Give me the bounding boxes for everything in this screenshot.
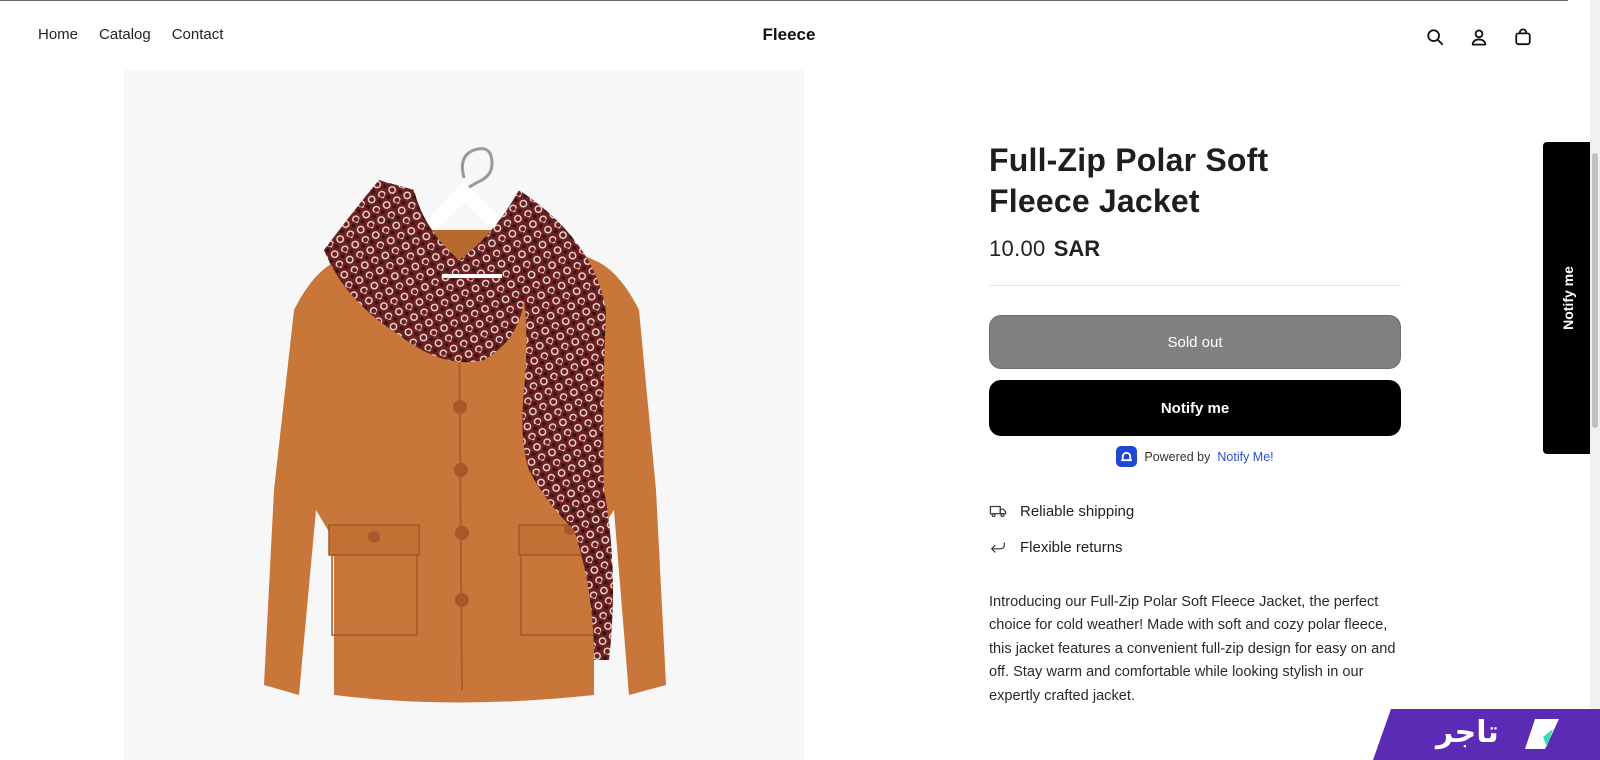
powered-by-text: Powered by <box>1144 449 1211 464</box>
cart-button[interactable] <box>1501 23 1545 51</box>
price-amount: 10.00 <box>989 236 1046 261</box>
side-tab-label: Notify me <box>1560 266 1576 330</box>
notify-me-side-tab[interactable]: Notify me <box>1543 142 1593 454</box>
search-icon <box>1427 29 1444 46</box>
store-logo[interactable]: Fleece <box>0 25 1578 45</box>
account-button[interactable] <box>1457 23 1501 51</box>
page-scrollbar[interactable] <box>1590 0 1600 760</box>
notify-me-app-link[interactable]: Notify Me! <box>1217 450 1273 464</box>
product-title: Full-Zip Polar Soft Fleece Jacket <box>989 142 1269 219</box>
feature-list: Reliable shipping Flexible returns <box>989 493 1401 565</box>
return-arrow-icon <box>990 542 1005 553</box>
site-header: Home Catalog Contact Fleece <box>0 1 1568 69</box>
product-image[interactable] <box>124 70 804 760</box>
feature-shipping: Reliable shipping <box>989 493 1401 529</box>
notify-me-button[interactable]: Notify me <box>989 380 1401 436</box>
account-icon <box>1471 29 1487 46</box>
product-description: Introducing our Full-Zip Polar Soft Flee… <box>989 594 1396 704</box>
powered-by: Powered by Notify Me! <box>989 446 1401 467</box>
tajer-label: تاجر <box>1436 715 1499 750</box>
feature-returns: Flexible returns <box>989 529 1401 565</box>
sold-out-button[interactable]: Sold out <box>989 315 1401 369</box>
product-price: 10.00 SAR <box>989 236 1401 262</box>
header-icons <box>1413 23 1545 51</box>
product-info: Full-Zip Polar Soft Fleece Jacket 10.00 … <box>989 140 1401 708</box>
divider <box>989 285 1401 286</box>
scrollbar-thumb[interactable] <box>1592 153 1598 428</box>
cart-icon <box>1515 28 1531 46</box>
price-currency: SAR <box>1053 236 1101 261</box>
jacket-illustration <box>124 70 804 760</box>
feature-shipping-label: Reliable shipping <box>1020 502 1135 520</box>
notify-me-app-icon <box>1116 446 1138 467</box>
tajer-badge[interactable]: تاجر <box>1373 709 1600 760</box>
feature-returns-label: Flexible returns <box>1020 538 1123 556</box>
search-button[interactable] <box>1413 23 1457 51</box>
truck-icon <box>989 505 1007 518</box>
